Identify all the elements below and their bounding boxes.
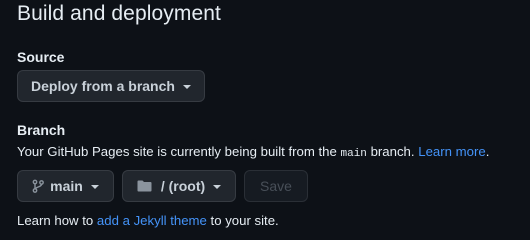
jekyll-hint-suffix: to your site. [206, 213, 279, 228]
triangle-down-icon [182, 84, 191, 89]
folder-dropdown-value: / (root) [160, 178, 206, 194]
jekyll-theme-hint: Learn how to add a Jekyll theme to your … [17, 213, 279, 228]
branch-dropdown[interactable]: main [17, 170, 114, 202]
branch-description-suffix: branch. [366, 144, 419, 159]
triangle-down-icon [90, 184, 99, 189]
git-branch-icon [32, 179, 45, 193]
description-period: . [485, 144, 490, 159]
branch-code: main [340, 148, 367, 160]
section-title: Build and deployment [17, 2, 221, 25]
triangle-down-icon [213, 184, 222, 189]
source-label: Source [17, 49, 65, 65]
learn-more-link[interactable]: Learn more [418, 144, 485, 159]
source-dropdown[interactable]: Deploy from a branch [17, 70, 205, 102]
folder-dropdown[interactable]: / (root) [122, 170, 236, 202]
add-jekyll-theme-link[interactable]: add a Jekyll theme [97, 213, 207, 228]
branch-description-prefix: Your GitHub Pages site is currently bein… [17, 144, 341, 159]
folder-icon [137, 180, 152, 192]
jekyll-hint-prefix: Learn how to [17, 213, 97, 228]
source-dropdown-value: Deploy from a branch [31, 78, 175, 94]
branch-dropdown-value: main [50, 178, 83, 194]
branch-description: Your GitHub Pages site is currently bein… [17, 144, 489, 160]
branch-label: Branch [17, 122, 66, 138]
save-button[interactable]: Save [244, 170, 308, 202]
